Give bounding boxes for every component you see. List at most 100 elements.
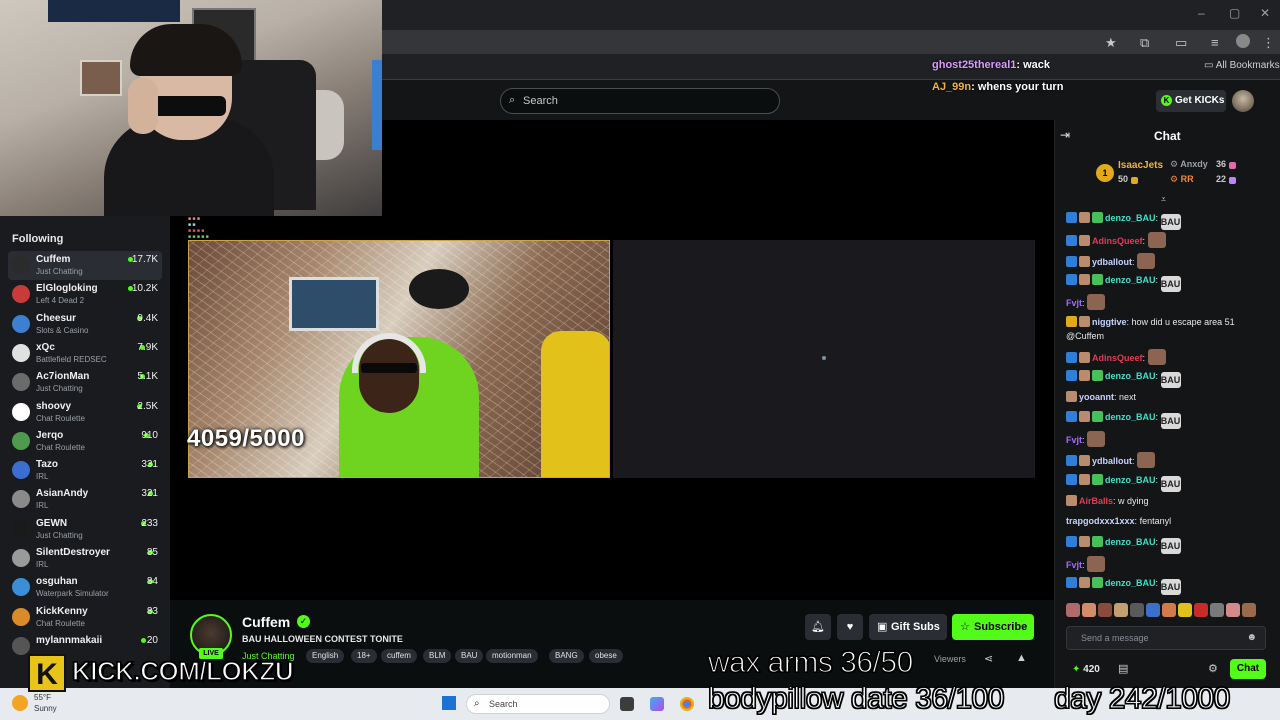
chat-settings-icon[interactable]: ⚙ <box>1208 662 1218 675</box>
emote-icon[interactable] <box>1082 603 1096 617</box>
kicks-count: 420 <box>1083 664 1100 675</box>
channel-name[interactable]: Cuffem <box>242 614 290 630</box>
chat-message: ydballout: <box>1066 452 1274 468</box>
chat-username[interactable]: denzo_BAU <box>1105 475 1156 485</box>
chat-username[interactable]: niggtive <box>1092 317 1127 327</box>
emote-quick-bar[interactable] <box>1066 603 1274 619</box>
chat-username[interactable]: denzo_BAU <box>1105 537 1156 547</box>
media-icon[interactable]: ≡ <box>1211 35 1219 50</box>
sidebar-item-category: Chat Roulette <box>36 442 85 452</box>
sidebar-item-kickkenny[interactable]: KickKenny Chat Roulette 83 <box>8 603 162 632</box>
stream-tag[interactable]: BANG <box>549 649 584 663</box>
emote-icon[interactable] <box>1178 603 1192 617</box>
all-bookmarks-button[interactable]: ▭ All Bookmarks <box>1204 60 1280 71</box>
sidebar-item-xqc[interactable]: xQc Battlefield REDSEC 7.9K <box>8 339 162 368</box>
emote-icon[interactable] <box>1146 603 1160 617</box>
sidebar-item-shoovy[interactable]: shoovy Chat Roulette 2.5K <box>8 398 162 427</box>
file-explorer-icon[interactable] <box>620 697 634 711</box>
kicks-balance[interactable]: ✦ 420 <box>1072 664 1100 675</box>
user-avatar[interactable] <box>1232 90 1254 112</box>
collapse-chat-icon[interactable]: ⇥ <box>1060 128 1070 142</box>
emote-icon[interactable] <box>1130 603 1144 617</box>
stream-tag[interactable]: BLM <box>423 649 452 663</box>
share-icon[interactable]: ⋖ <box>984 652 993 665</box>
stream-tag[interactable]: BAU <box>455 649 484 663</box>
chat-username[interactable]: AirBalls <box>1079 496 1113 506</box>
sidebar-item-elglogloking[interactable]: ElGlogloking Left 4 Dead 2 10.2K <box>8 280 162 309</box>
minimize-icon[interactable]: – <box>1198 6 1205 20</box>
gifter-count: 22 <box>1216 174 1238 184</box>
close-window-icon[interactable]: ✕ <box>1260 6 1270 20</box>
star-bookmark-icon[interactable]: ★ <box>1105 35 1117 51</box>
chat-username[interactable]: ydballout <box>1092 456 1132 466</box>
stream-tag[interactable]: motionman <box>486 649 538 663</box>
sidebar-item-asianandy[interactable]: AsianAndy IRL 321 <box>8 485 162 514</box>
gift-subs-button[interactable]: ▣ Gift Subs <box>869 614 947 640</box>
top-gifter[interactable]: ⚙ RR <box>1170 174 1194 185</box>
copilot-icon[interactable] <box>650 697 664 711</box>
sidebar-item-cuffem[interactable]: Cuffem Just Chatting 17.7K <box>8 251 162 280</box>
chat-username[interactable]: denzo_BAU <box>1105 371 1156 381</box>
sidebar-item-cheesur[interactable]: Cheesur Slots & Casino 9.4K <box>8 310 162 339</box>
chat-username[interactable]: AdinsQueef <box>1092 236 1143 246</box>
sidebar-item-gewn[interactable]: GEWN Just Chatting 233 <box>8 515 162 544</box>
chrome-icon[interactable] <box>680 697 694 711</box>
emote-icon[interactable] <box>1162 603 1176 617</box>
emote-icon[interactable] <box>1066 603 1080 617</box>
get-kicks-label: Get KICKs <box>1175 95 1225 106</box>
chat-username[interactable]: denzo_BAU <box>1105 213 1156 223</box>
sidebar-item-viewers: 10.2K <box>131 283 158 295</box>
sidebar-item-osguhan[interactable]: osguhan Waterpark Simulator 84 <box>8 573 162 602</box>
chat-username[interactable]: Fvjt <box>1066 298 1082 308</box>
report-warning-icon[interactable]: ▲ <box>1016 652 1027 664</box>
follow-heart-button[interactable]: ♥ <box>837 614 863 640</box>
emote-icon[interactable] <box>1114 603 1128 617</box>
stream-tag[interactable]: 18+ <box>351 649 377 663</box>
chat-username[interactable]: Fvjt <box>1066 560 1082 570</box>
emote-icon[interactable] <box>1210 603 1224 617</box>
subscribe-button[interactable]: ☆ Subscribe <box>952 614 1034 640</box>
stream-tag[interactable]: obese <box>589 649 623 663</box>
taskbar-search[interactable]: ⌕ Search <box>466 694 610 714</box>
chat-text: next <box>1119 392 1137 402</box>
sidebar-item-category: Just Chatting <box>36 530 83 540</box>
cast-icon[interactable]: ▭ <box>1175 35 1187 51</box>
send-chat-button[interactable]: Chat <box>1230 659 1266 679</box>
notification-bell-button[interactable]: 🔔︎ <box>805 614 831 640</box>
weather-sun-icon[interactable] <box>12 695 28 711</box>
chat-username[interactable]: yooannt <box>1079 392 1114 402</box>
sidebar-item-ac7ionman[interactable]: Ac7ionMan Just Chatting 5.1K <box>8 368 162 397</box>
emote-icon[interactable] <box>1098 603 1112 617</box>
get-kicks-button[interactable]: K Get KICKs <box>1156 90 1226 112</box>
extensions-icon[interactable]: ⧉ <box>1140 35 1149 51</box>
chat-message-input[interactable]: Send a message ☻ <box>1066 626 1266 650</box>
profile-avatar-icon[interactable] <box>1236 34 1250 48</box>
sidebar-item-name: ElGlogloking <box>36 283 98 295</box>
emote-icon[interactable] <box>1242 603 1256 617</box>
search-input[interactable]: ⌕ Search <box>500 88 780 114</box>
chat-username[interactable]: Fvjt <box>1066 435 1082 445</box>
sidebar-item-name: Tazo <box>36 459 59 471</box>
expand-gifters-icon[interactable]: ⩡ <box>1161 194 1166 205</box>
chat-username[interactable]: ydballout <box>1092 257 1132 267</box>
sidebar-item-silentdestroyer[interactable]: SilentDestroyer IRL 85 <box>8 544 162 573</box>
chat-username[interactable]: AdinsQueef <box>1092 353 1143 363</box>
browser-menu-icon[interactable]: ⋮ <box>1262 35 1275 51</box>
emote-icon[interactable] <box>1226 603 1240 617</box>
top-gifter[interactable]: ⚙ Anxdy <box>1170 159 1208 170</box>
windows-start-icon[interactable] <box>442 696 456 710</box>
sidebar-item-tazo[interactable]: Tazo IRL 331 <box>8 456 162 485</box>
chat-username[interactable]: trapgodxxx1xxx <box>1066 516 1135 526</box>
stream-tag[interactable]: English <box>306 649 345 663</box>
stream-tag[interactable]: cuffem <box>381 649 417 663</box>
top-gifter[interactable]: IsaacJets <box>1118 160 1163 171</box>
maximize-icon[interactable]: ▢ <box>1229 6 1240 20</box>
chat-username[interactable]: denzo_BAU <box>1105 412 1156 422</box>
emote-icon[interactable] <box>1194 603 1208 617</box>
chat-username[interactable]: denzo_BAU <box>1105 275 1156 285</box>
emoji-picker-icon[interactable]: ☻ <box>1246 632 1257 643</box>
store-icon[interactable]: ▤ <box>1118 662 1128 675</box>
sidebar-item-category: Left 4 Dead 2 <box>36 296 85 306</box>
sidebar-item-jerqo[interactable]: Jerqo Chat Roulette 910 <box>8 427 162 456</box>
chat-username[interactable]: denzo_BAU <box>1105 578 1156 588</box>
